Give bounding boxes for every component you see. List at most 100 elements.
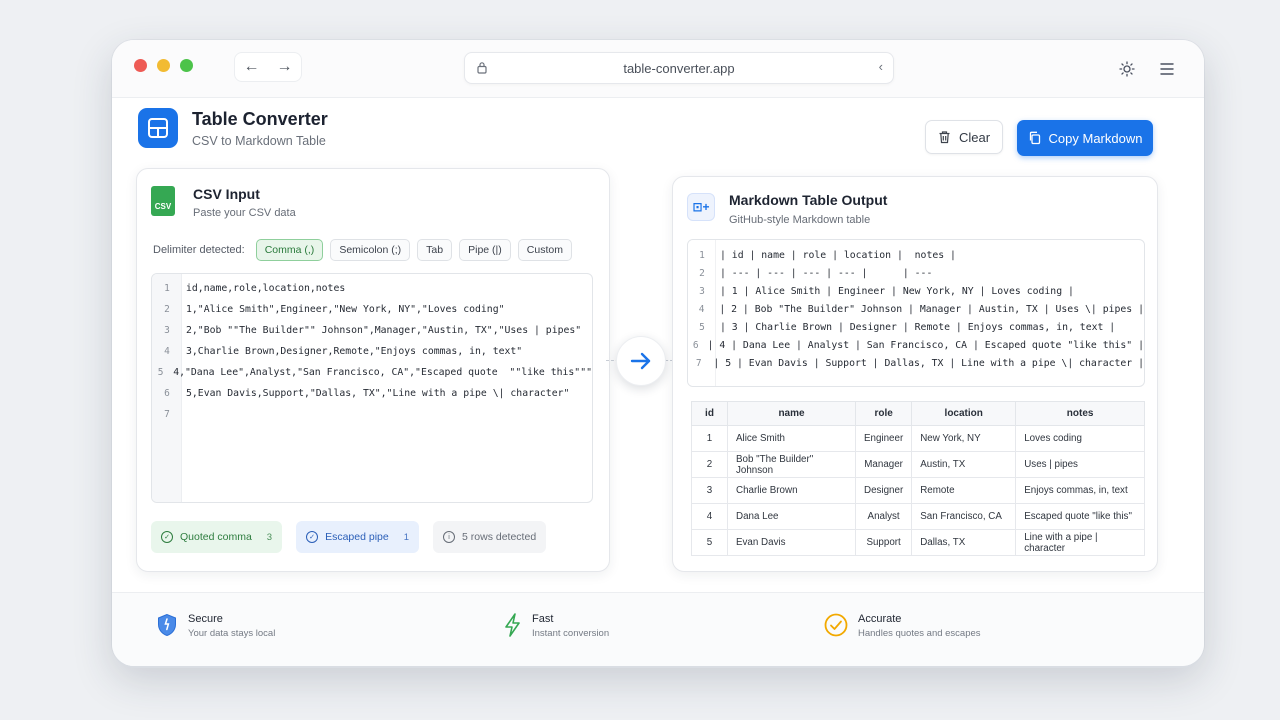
markdown-icon: ⊡+	[687, 193, 715, 221]
markdown-line-text: | 2 | Bob "The Builder" Johnson | Manage…	[719, 303, 1144, 315]
csv-line: 2 1,"Alice Smith",Engineer,"New York, NY…	[152, 299, 592, 319]
line-number: 5	[157, 366, 164, 378]
delimiter-chip-comma[interactable]: Comma (,)	[255, 239, 324, 261]
markdown-line-text: | 5 | Evan Davis | Support | Dallas, TX …	[713, 357, 1144, 369]
table-row: 4 Dana Lee Analyst San Francisco, CA Esc…	[691, 503, 1145, 530]
menu-icon[interactable]	[1154, 56, 1180, 82]
csv-file-icon: CSV	[151, 186, 175, 216]
escaped-pipe-badge: ✓ Escaped pipe 1	[296, 521, 420, 553]
line-number: 7	[695, 357, 702, 369]
info-icon: i	[443, 531, 456, 543]
csv-line-text: 5,Evan Davis,Support,"Dallas, TX","Line …	[186, 387, 570, 399]
delimiter-chip-semicolon[interactable]: Semicolon (;)	[330, 239, 411, 261]
table-cell: 4	[691, 503, 728, 530]
csv-input-panel: CSV CSV Input Paste your CSV data Delimi…	[136, 168, 610, 572]
app-logo-icon	[138, 108, 178, 148]
output-panel-title: Markdown Table Output	[729, 192, 888, 208]
markdown-line: 3 | 1 | Alice Smith | Engineer | New Yor…	[688, 282, 1144, 300]
table-cell: Enjoys commas, in, text	[1015, 477, 1145, 504]
input-panel-title: CSV Input	[193, 186, 260, 202]
feature-secure: Secure Your data stays local	[156, 613, 275, 639]
delimiter-label: Delimiter detected:	[153, 244, 245, 256]
title-bar: ← → table-converter.app ‹	[112, 40, 1204, 98]
markdown-line: 7 | 5 | Evan Davis | Support | Dallas, T…	[688, 354, 1144, 372]
line-number: 2	[699, 267, 705, 279]
markdown-output-code[interactable]: 1 | id | name | role | location | notes …	[687, 239, 1145, 387]
feature-footer: Secure Your data stays local Fast Instan…	[112, 592, 1204, 666]
rows-detected-label: 5 rows detected	[462, 531, 537, 543]
table-row: 2 Bob "The Builder" Johnson Manager Aust…	[691, 451, 1145, 478]
back-button[interactable]: ←	[239, 58, 265, 76]
escaped-pipe-count: 1	[403, 531, 410, 543]
csv-editor[interactable]: 1 id,name,role,location,notes 2 1,"Alice…	[151, 273, 593, 503]
column-header: location	[911, 401, 1017, 426]
shield-icon	[158, 613, 176, 637]
address-bar[interactable]: table-converter.app ‹	[464, 52, 894, 84]
csv-line-text: 3,Charlie Brown,Designer,Remote,"Enjoys …	[186, 345, 523, 357]
window-controls	[134, 59, 193, 72]
copy-icon	[1029, 131, 1040, 145]
maximize-window-button[interactable]	[180, 59, 193, 72]
feature-subtitle: Your data stays local	[188, 628, 276, 639]
app-title: Table Converter	[192, 109, 328, 129]
check-circle-icon: ✓	[161, 531, 173, 543]
column-header: name	[727, 401, 856, 426]
history-nav: ← →	[234, 52, 302, 82]
table-cell: Remote	[911, 477, 1017, 504]
csv-line: 4 3,Charlie Brown,Designer,Remote,"Enjoy…	[152, 341, 592, 361]
line-number: 3	[699, 285, 705, 297]
table-cell: New York, NY	[911, 425, 1017, 452]
forward-button[interactable]: →	[272, 58, 298, 76]
line-number: 4	[164, 345, 170, 357]
lock-icon	[477, 62, 487, 74]
close-window-button[interactable]	[134, 59, 147, 72]
minimize-window-button[interactable]	[157, 59, 170, 72]
csv-line-text: 2,"Bob ""The Builder"" Johnson",Manager,…	[186, 324, 582, 336]
delimiter-selector: Delimiter detected: Comma (,) Semicolon …	[153, 239, 572, 261]
trash-icon	[939, 131, 950, 144]
table-row: 3 Charlie Brown Designer Remote Enjoys c…	[691, 477, 1145, 504]
csv-line: 6 5,Evan Davis,Support,"Dallas, TX","Lin…	[152, 383, 592, 403]
column-header: notes	[1015, 401, 1145, 426]
browser-window: ← → table-converter.app ‹ Table Converte…	[112, 40, 1204, 666]
csv-file-badge: CSV	[154, 202, 172, 211]
table-cell: 2	[691, 451, 728, 478]
quoted-comma-label: Quoted comma	[180, 531, 252, 543]
table-cell: Support	[854, 529, 913, 556]
table-cell: Alice Smith	[727, 425, 856, 452]
delimiter-chip-custom[interactable]: Custom	[517, 239, 572, 261]
table-cell: Loves coding	[1015, 425, 1145, 452]
table-cell: Bob "The Builder" Johnson	[727, 451, 856, 478]
convert-arrow-button[interactable]	[616, 336, 666, 386]
clear-label: Clear	[958, 129, 991, 145]
csv-line-text: 1,"Alice Smith",Engineer,"New York, NY",…	[186, 303, 505, 315]
feature-subtitle: Instant conversion	[532, 628, 610, 639]
markdown-line-text: | --- | --- | --- | --- | | ---	[720, 267, 933, 279]
clear-button[interactable]: Clear	[925, 120, 1003, 154]
reload-button[interactable]: ‹	[879, 59, 883, 74]
table-cell: Dallas, TX	[911, 529, 1017, 556]
delimiter-chip-pipe[interactable]: Pipe (|)	[459, 239, 511, 261]
table-cell: Uses | pipes	[1015, 451, 1145, 478]
check-circle-icon: ✓	[306, 531, 319, 543]
feature-fast: Fast Instant conversion	[504, 613, 609, 639]
delimiter-chip-tab[interactable]: Tab	[417, 239, 453, 261]
column-header: id	[691, 401, 728, 426]
table-cell: San Francisco, CA	[911, 503, 1017, 530]
csv-line: 3 2,"Bob ""The Builder"" Johnson",Manage…	[152, 320, 592, 340]
table-cell: Charlie Brown	[727, 477, 856, 504]
toolbar-right	[1114, 56, 1180, 82]
copy-label: Copy Markdown	[1048, 130, 1143, 146]
csv-line: 1 id,name,role,location,notes	[152, 278, 592, 298]
feature-subtitle: Handles quotes and escapes	[858, 628, 981, 639]
parse-status-row: ✓ Quoted comma 3 ✓ Escaped pipe 1 i 5 ro…	[151, 521, 547, 553]
table-cell: 1	[691, 425, 728, 452]
rows-detected-badge: i 5 rows detected	[433, 521, 547, 553]
theme-toggle-sun-icon[interactable]	[1114, 56, 1140, 82]
csv-line-text: 4,"Dana Lee",Analyst,"San Francisco, CA"…	[173, 366, 592, 378]
table-cell: Austin, TX	[911, 451, 1017, 478]
markdown-line: 2 | --- | --- | --- | --- | | ---	[688, 264, 1144, 282]
markdown-line-text: | 1 | Alice Smith | Engineer | New York,…	[720, 285, 1074, 297]
line-number: 3	[164, 324, 170, 336]
copy-markdown-button[interactable]: Copy Markdown	[1017, 120, 1153, 156]
